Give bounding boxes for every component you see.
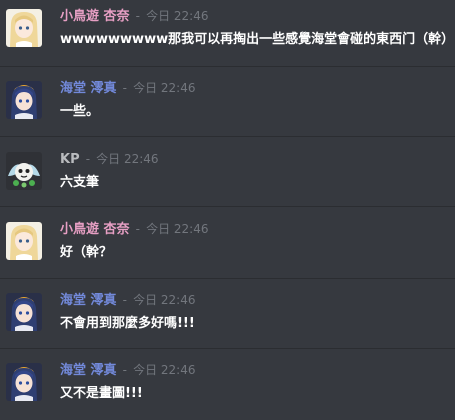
message-author[interactable]: KP (60, 152, 80, 167)
message-divider (0, 66, 455, 67)
navy-hair-girl-avatar[interactable] (6, 81, 42, 119)
message-timestamp: 今日 22:46 (96, 152, 159, 166)
navy-hair-girl-avatar[interactable] (6, 363, 42, 401)
header-separator: - (85, 152, 91, 166)
message-item: 海堂 澪真 - 今日 22:46 一些。 (0, 72, 455, 138)
message-item: 小鳥遊 杏奈 - 今日 22:46 好（幹？ (0, 213, 455, 279)
message-timestamp: 今日 22:46 (133, 363, 196, 377)
message-content: wwwwwwwww那我可以再掏出一些感覺海堂會碰的東西门（幹） (60, 32, 455, 47)
message-timestamp: 今日 22:46 (146, 222, 209, 236)
message-item: 海堂 澪真 - 今日 22:46 不會用到那麼多好嗎!!! (0, 284, 455, 350)
header-separator: - (122, 293, 127, 307)
blonde-girl-avatar[interactable] (6, 9, 42, 47)
message-timestamp: 今日 22:46 (146, 9, 209, 23)
message-divider (0, 278, 455, 279)
chat-log: 小鳥遊 杏奈 - 今日 22:46 wwwwwwwww那我可以再掏出一些感覺海堂… (0, 0, 455, 407)
blonde-girl-avatar[interactable] (6, 222, 42, 260)
message-content: 一些。 (60, 104, 100, 119)
message-item: 小鳥遊 杏奈 - 今日 22:46 wwwwwwwww那我可以再掏出一些感覺海堂… (0, 0, 455, 66)
message-timestamp: 今日 22:46 (133, 293, 196, 307)
message-content: 又不是畫圖!!! (60, 386, 143, 401)
message-content: 好（幹？ (60, 245, 113, 260)
message-item: 海堂 澪真 - 今日 22:46 又不是畫圖!!! (0, 354, 455, 420)
header-separator: - (122, 81, 127, 95)
message-author[interactable]: 小鳥遊 杏奈 (60, 9, 130, 24)
message-timestamp: 今日 22:46 (133, 81, 196, 95)
header-separator: - (135, 222, 140, 236)
message-content: 六支筆 (60, 175, 100, 190)
message-divider (0, 136, 455, 137)
cartoon-mascot-avatar[interactable] (6, 152, 42, 190)
header-separator: - (122, 363, 127, 377)
message-author[interactable]: 海堂 澪真 (60, 363, 117, 378)
navy-hair-girl-avatar[interactable] (6, 293, 42, 331)
message-content: 不會用到那麼多好嗎!!! (60, 316, 195, 331)
message-author[interactable]: 海堂 澪真 (60, 293, 117, 308)
header-separator: - (135, 9, 140, 23)
message-divider (0, 348, 455, 349)
message-author[interactable]: 海堂 澪真 (60, 81, 117, 96)
message-item: KP - 今日 22:46 六支筆 (0, 143, 455, 209)
message-divider (0, 206, 455, 207)
message-author[interactable]: 小鳥遊 杏奈 (60, 222, 130, 237)
